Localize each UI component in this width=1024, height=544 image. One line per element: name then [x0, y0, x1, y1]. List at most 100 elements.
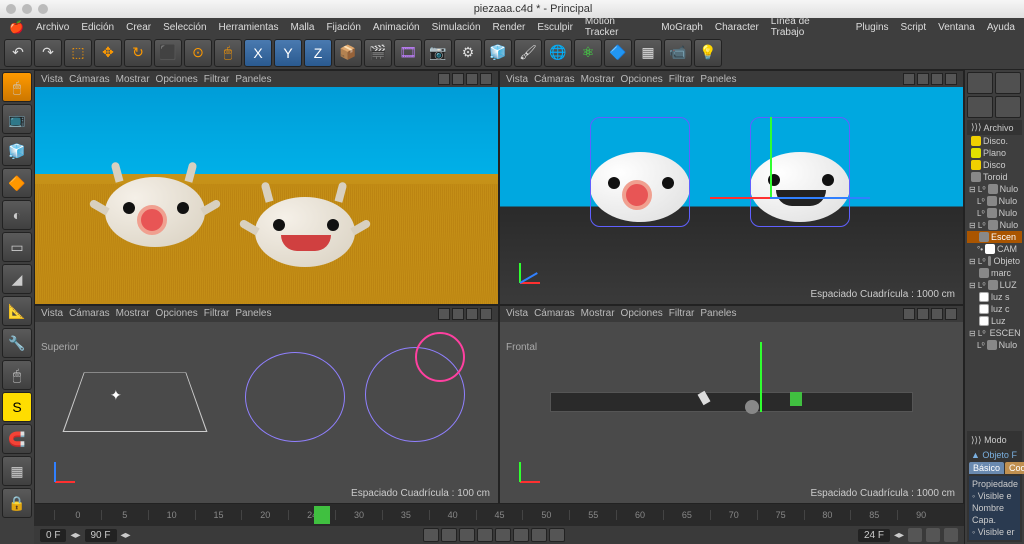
tree-item[interactable]: Plano [967, 147, 1022, 159]
menu-edición[interactable]: Edición [76, 20, 119, 35]
toolbar-btn-9[interactable]: Y [274, 39, 302, 67]
menu-fijación[interactable]: Fijación [321, 20, 365, 35]
toolbar-btn-0[interactable]: ↶ [4, 39, 32, 67]
tree-item[interactable]: luz s [967, 291, 1022, 303]
left-tool-0[interactable]: 🖱 [2, 72, 32, 102]
vp-menu-filtrar[interactable]: Filtrar [204, 74, 230, 85]
left-tool-1[interactable]: 📺 [2, 104, 32, 134]
viewport-body[interactable]: Frontal [500, 322, 963, 503]
menu-mograph[interactable]: MoGraph [656, 20, 708, 35]
vp-menu-paneles[interactable]: Paneles [235, 74, 271, 85]
toolbar-btn-7[interactable]: 🖱 [214, 39, 242, 67]
menu-crear[interactable]: Crear [121, 20, 156, 35]
toolbar-btn-22[interactable]: 📹 [664, 39, 692, 67]
tree-item[interactable]: L⁰Nulo [967, 195, 1022, 207]
panel-tool-icons[interactable] [967, 72, 1022, 118]
menu-character[interactable]: Character [710, 20, 764, 35]
vp-header-icons[interactable] [438, 73, 492, 85]
vp-menu-cámaras[interactable]: Cámaras [69, 74, 110, 85]
tree-item[interactable]: ⊟ L⁰Nulo [967, 219, 1022, 231]
timeline-end-field[interactable]: 90 F [85, 529, 117, 542]
modo-label[interactable]: Modo [984, 435, 1007, 445]
vp-menu-opciones[interactable]: Opciones [156, 308, 198, 319]
vp-header-icons[interactable] [903, 308, 957, 320]
vp-menu-filtrar[interactable]: Filtrar [669, 308, 695, 319]
tree-item[interactable]: Disco [967, 159, 1022, 171]
toolbar-btn-14[interactable]: 📷 [424, 39, 452, 67]
tree-item[interactable]: Toroid [967, 171, 1022, 183]
toolbar-btn-19[interactable]: ⚛ [574, 39, 602, 67]
tab-coord[interactable]: Coo [1005, 462, 1024, 474]
vp-menu-mostrar[interactable]: Mostrar [581, 74, 615, 85]
menu-ayuda[interactable]: Ayuda [982, 20, 1020, 35]
left-tool-4[interactable]: ◐ [2, 200, 32, 230]
vp-menu-opciones[interactable]: Opciones [156, 74, 198, 85]
viewport-body[interactable]: Superior ✦ [35, 322, 498, 503]
vp-menu-vista[interactable]: Vista [41, 74, 63, 85]
vp-menu-paneles[interactable]: Paneles [235, 308, 271, 319]
timeline-start-field[interactable]: 0 F [40, 529, 66, 542]
apple-menu[interactable]: 🍎 [4, 18, 29, 36]
toolbar-btn-4[interactable]: ↻ [124, 39, 152, 67]
menu-motion tracker[interactable]: Motion Tracker [580, 14, 654, 40]
menu-render[interactable]: Render [488, 20, 531, 35]
viewport-perspective-wire[interactable]: VistaCámarasMostrarOpcionesFiltrarPanele… [499, 70, 964, 305]
tree-item[interactable]: Escen [967, 231, 1022, 243]
timeline-current-field[interactable]: 24 F [858, 529, 890, 542]
left-tool-5[interactable]: ▭ [2, 232, 32, 262]
toolbar-btn-8[interactable]: X [244, 39, 272, 67]
menu-animación[interactable]: Animación [368, 20, 425, 35]
vp-menu-cámaras[interactable]: Cámaras [69, 308, 110, 319]
left-tool-13[interactable]: 🔒 [2, 488, 32, 518]
viewport-body[interactable] [35, 87, 498, 304]
viewport-perspective-render[interactable]: Vista Cámaras Mostrar Opciones Filtrar Panele… [34, 70, 499, 305]
vp-menu-opciones[interactable]: Opciones [621, 308, 663, 319]
vp-menu-filtrar[interactable]: Filtrar [669, 74, 695, 85]
tree-item[interactable]: ⊟ L⁰ESCEN [967, 327, 1022, 339]
menu-script[interactable]: Script [896, 20, 932, 35]
vp-header-icons[interactable] [438, 308, 492, 320]
toolbar-btn-6[interactable]: ⊙ [184, 39, 212, 67]
tree-item[interactable]: L⁰Nulo [967, 207, 1022, 219]
left-tool-6[interactable]: ◢ [2, 264, 32, 294]
tree-item[interactable]: L⁰Nulo [967, 339, 1022, 351]
menu-línea de trabajo[interactable]: Línea de Trabajo [766, 14, 849, 40]
toolbar-btn-20[interactable]: 🔷 [604, 39, 632, 67]
panel-header-archivo[interactable]: Archivo [984, 123, 1014, 133]
vp-menu-filtrar[interactable]: Filtrar [204, 308, 230, 319]
tree-item[interactable]: ⊟ L⁰Objeto [967, 255, 1022, 267]
tree-item[interactable]: ⊟ L⁰Nulo [967, 183, 1022, 195]
menu-esculpir[interactable]: Esculpir [532, 20, 578, 35]
left-tool-7[interactable]: 📐 [2, 296, 32, 326]
toolbar-btn-2[interactable]: ⬚ [64, 39, 92, 67]
vp-menu-mostrar[interactable]: Mostrar [581, 308, 615, 319]
tab-basico[interactable]: Básico [969, 462, 1004, 474]
menu-malla[interactable]: Malla [286, 20, 320, 35]
left-tool-2[interactable]: 🧊 [2, 136, 32, 166]
tree-item[interactable]: luz c [967, 303, 1022, 315]
object-tree[interactable]: Disco.PlanoDiscoToroid⊟ L⁰NuloL⁰NuloL⁰Nu… [967, 135, 1022, 431]
toolbar-btn-18[interactable]: 🌐 [544, 39, 572, 67]
viewport-body[interactable] [500, 87, 963, 304]
toolbar-btn-1[interactable]: ↷ [34, 39, 62, 67]
vp-menu-vista[interactable]: Vista [506, 308, 528, 319]
vp-menu-cámaras[interactable]: Cámaras [534, 308, 575, 319]
vp-menu-mostrar[interactable]: Mostrar [116, 308, 150, 319]
left-tool-8[interactable]: 🔧 [2, 328, 32, 358]
toolbar-btn-11[interactable]: 📦 [334, 39, 362, 67]
vp-menu-vista[interactable]: Vista [41, 308, 63, 319]
tree-item[interactable]: °•CAM [967, 243, 1022, 255]
playback-buttons[interactable] [423, 528, 565, 542]
tree-item[interactable]: Disco. [967, 135, 1022, 147]
left-tool-12[interactable]: ▦ [2, 456, 32, 486]
vp-header-icons[interactable] [903, 73, 957, 85]
toolbar-btn-17[interactable]: 🖌 [514, 39, 542, 67]
window-controls[interactable] [6, 4, 48, 14]
vp-menu-paneles[interactable]: Paneles [700, 74, 736, 85]
menu-herramientas[interactable]: Herramientas [214, 20, 284, 35]
toolbar-btn-3[interactable]: ✥ [94, 39, 122, 67]
vp-menu-opciones[interactable]: Opciones [621, 74, 663, 85]
vp-menu-mostrar[interactable]: Mostrar [116, 74, 150, 85]
viewport-top[interactable]: Vista Cámaras Mostrar Opciones Filtrar Panele… [34, 305, 499, 504]
tree-item[interactable]: ⊟ L⁰LUZ [967, 279, 1022, 291]
